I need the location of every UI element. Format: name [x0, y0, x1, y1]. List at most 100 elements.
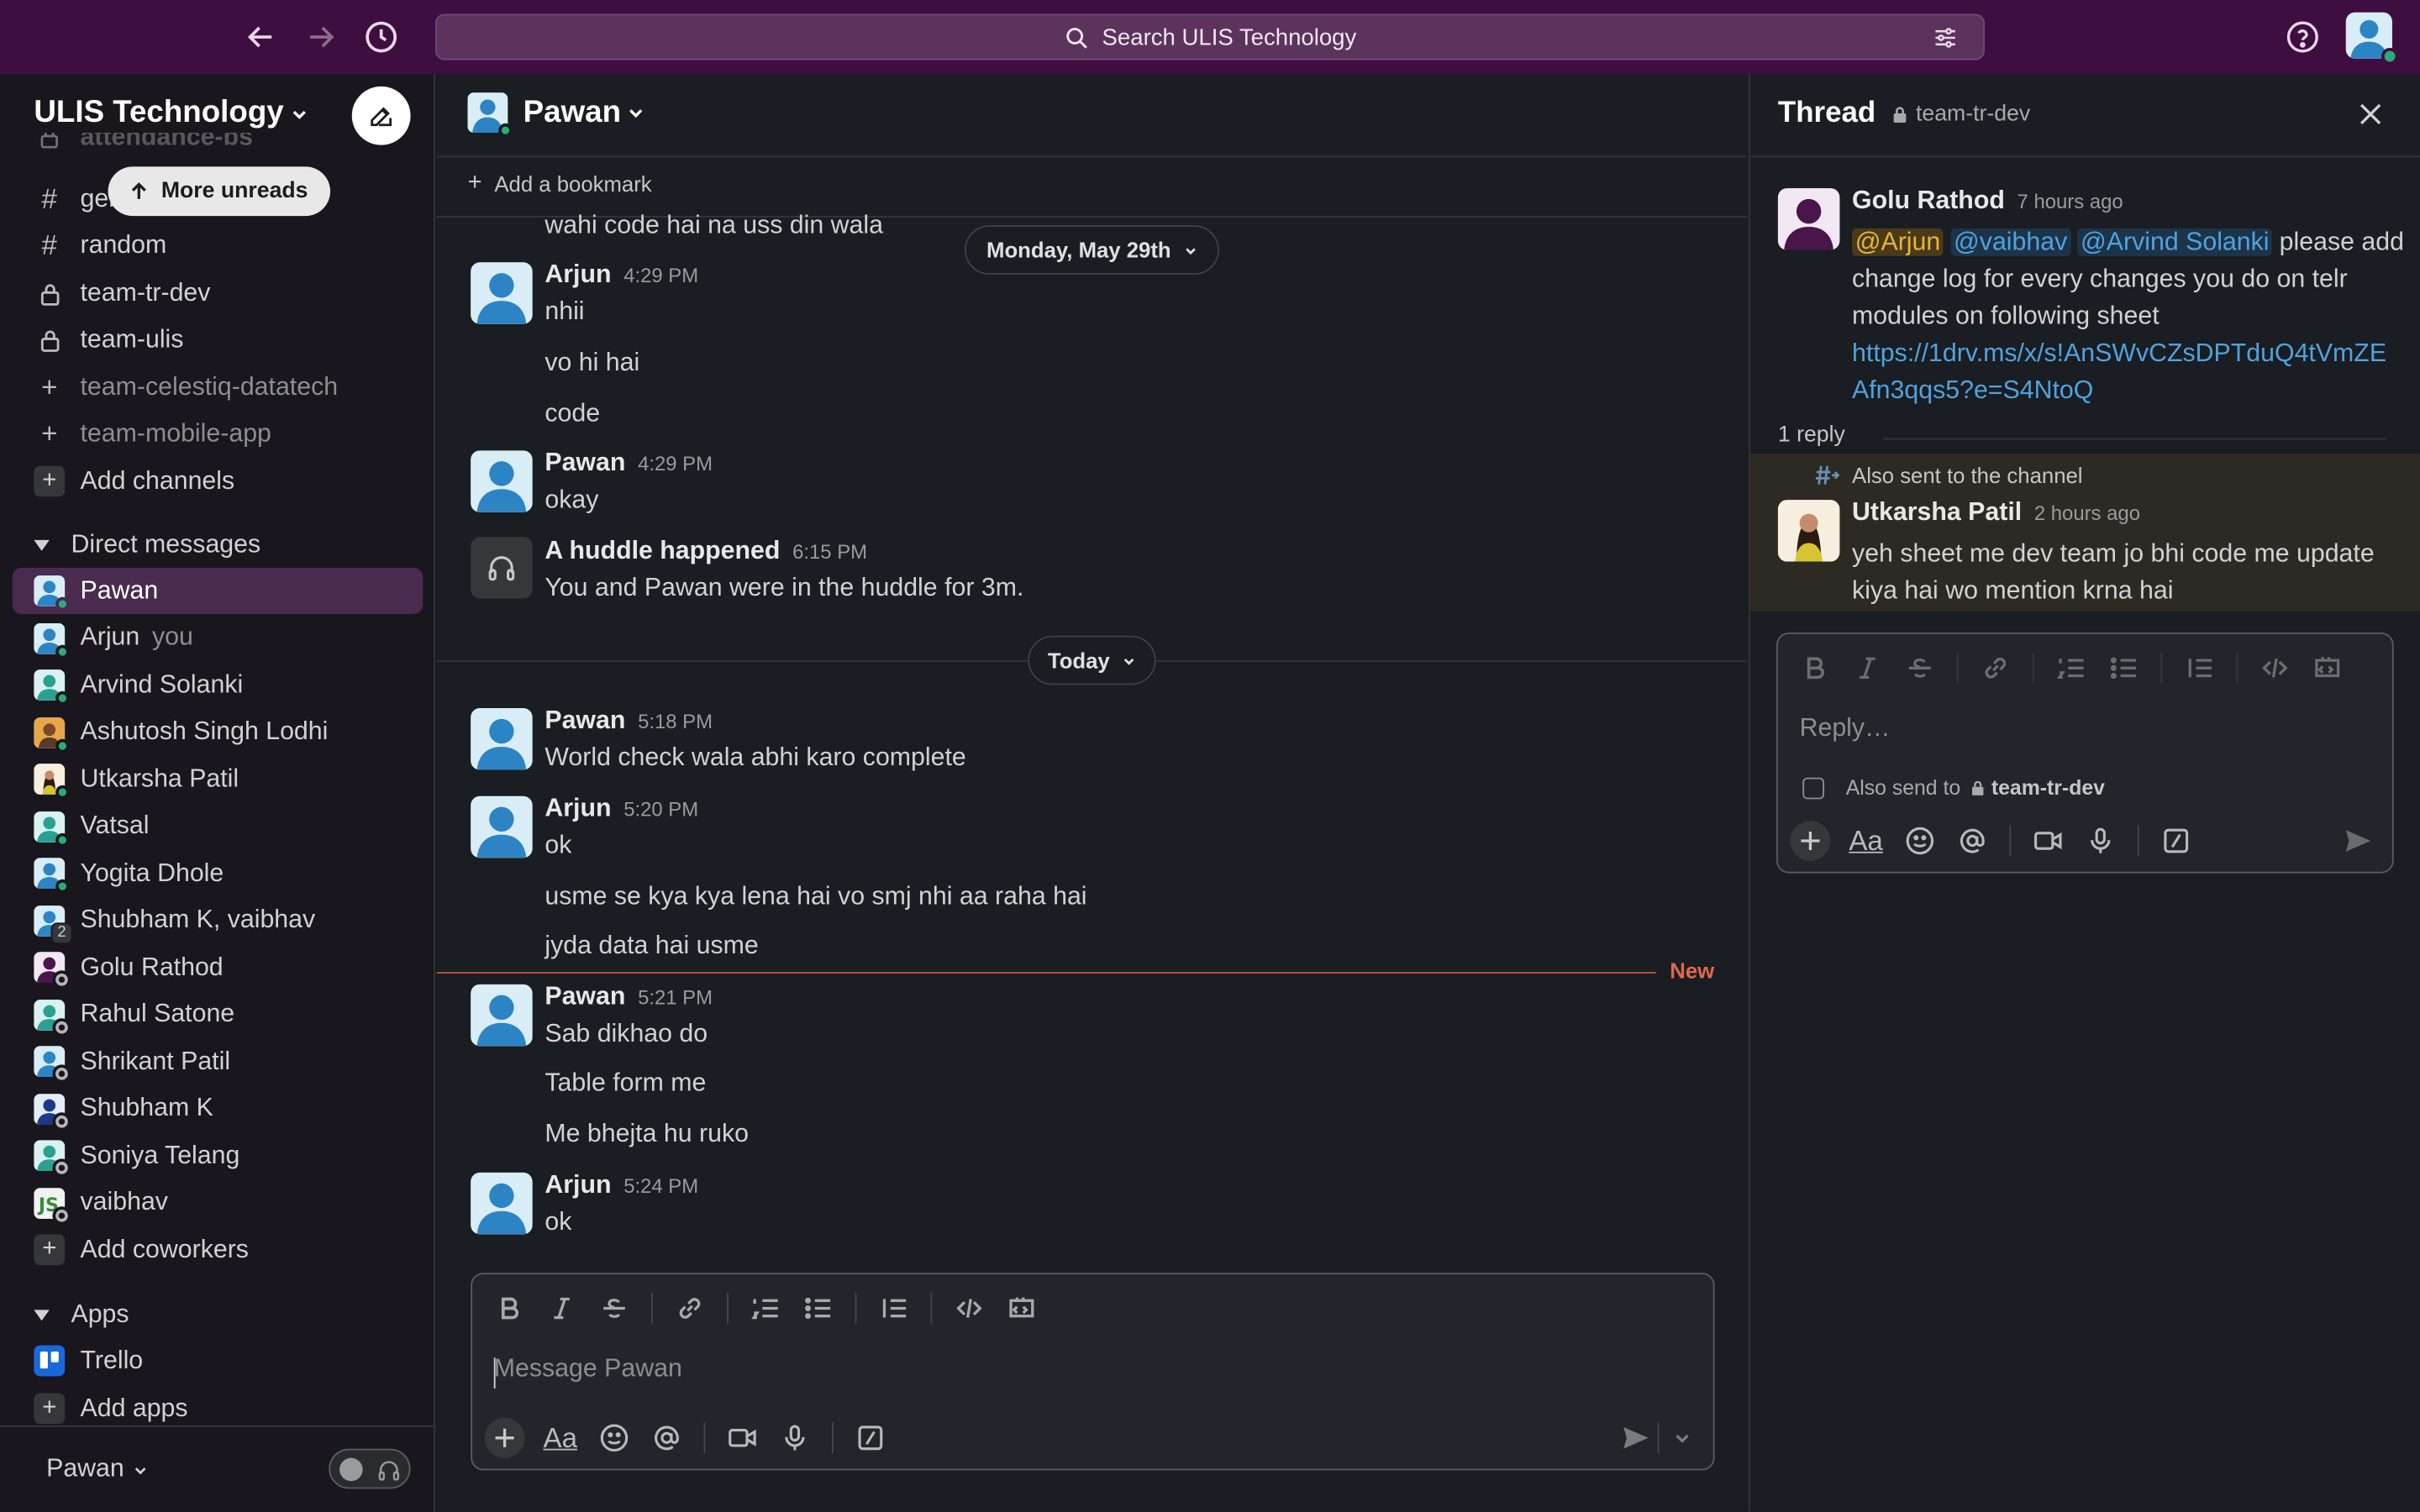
sidebar-dm-rahul-satone[interactable]: Rahul Satone	[13, 991, 424, 1037]
video-icon[interactable]	[727, 1422, 758, 1453]
plus-icon[interactable]	[1790, 821, 1831, 861]
sidebar-item-trello[interactable]: Trello	[13, 1337, 424, 1383]
message-author[interactable]: Golu Rathod 7 hours ago	[1852, 186, 2123, 216]
sidebar-item-team-ulis[interactable]: team-ulis	[13, 317, 424, 363]
avatar[interactable]	[471, 450, 533, 512]
plus-icon[interactable]	[484, 1417, 525, 1458]
code-block-icon[interactable]	[2312, 653, 2343, 684]
avatar[interactable]	[471, 984, 533, 1047]
message-author[interactable]: Pawan 5:21 PM	[544, 983, 713, 1012]
sidebar-dm-vatsal[interactable]: Vatsal	[13, 803, 424, 849]
add-coworkers-button[interactable]: + Add coworkers	[13, 1226, 424, 1273]
sidebar-dm-yogita-dhole[interactable]: Yogita Dhole	[13, 850, 424, 896]
sidebar-dm-golu-rathod[interactable]: Golu Rathod	[13, 944, 424, 990]
video-icon[interactable]	[2033, 826, 2064, 857]
sidebar-dm-vaibhav[interactable]: JS vaibhav	[13, 1179, 424, 1226]
bulleted-list-icon[interactable]	[802, 1293, 834, 1324]
message-time[interactable]: 2 hours ago	[2034, 501, 2140, 525]
mention[interactable]: @vaibhav	[1950, 228, 2070, 256]
workspace-name[interactable]: ULIS Technology	[34, 96, 308, 131]
text-format-icon[interactable]: Aa	[1849, 825, 1882, 858]
message-author[interactable]: Arjun 4:29 PM	[544, 260, 698, 290]
apps-section-header[interactable]: Apps	[34, 1300, 129, 1330]
add-channels-button[interactable]: + Add channels	[13, 458, 424, 504]
avatar[interactable]	[471, 262, 533, 324]
sidebar-dm-ashutosh-singh-lodhi[interactable]: Ashutosh Singh Lodhi	[13, 709, 424, 755]
search-bar[interactable]: Search ULIS Technology	[434, 13, 1985, 60]
sidebar-dm-shubham-k-vaibhav[interactable]: 2 Shubham K, vaibhav	[13, 897, 424, 944]
link-icon[interactable]	[1980, 653, 2011, 684]
text-format-icon[interactable]: Aa	[544, 1422, 577, 1455]
avatar[interactable]	[471, 1172, 533, 1235]
sidebar-item-partial[interactable]: attendance-bs	[13, 132, 424, 164]
sidebar-item-team-mobile-app[interactable]: + team-mobile-app	[13, 411, 424, 457]
sidebar-dm-arvind-solanki[interactable]: Arvind Solanki	[13, 662, 424, 708]
avatar[interactable]	[471, 708, 533, 770]
message-link[interactable]: https://1drv.ms/x/s!AnSWvCZsDPTduQ4tVmZE	[1852, 335, 2386, 372]
more-unreads-button[interactable]: More unreads	[108, 166, 331, 217]
italic-icon[interactable]	[546, 1293, 577, 1324]
message-author[interactable]: Utkarsha Patil 2 hours ago	[1852, 498, 2140, 528]
microphone-icon[interactable]	[2085, 826, 2116, 857]
footer-user-menu[interactable]: Pawan	[46, 1455, 149, 1484]
italic-icon[interactable]	[1852, 653, 1883, 684]
slash-command-icon[interactable]	[2160, 826, 2191, 857]
send-icon[interactable]	[2343, 826, 2374, 857]
message-time[interactable]: 7 hours ago	[2018, 190, 2123, 213]
huddle-toggle[interactable]	[329, 1448, 411, 1489]
bold-icon[interactable]	[1800, 653, 1831, 684]
link-icon[interactable]	[675, 1293, 706, 1324]
sidebar-item-team-celestiq-datatech[interactable]: + team-celestiq-datatech	[13, 364, 424, 410]
message-time[interactable]: 5:18 PM	[638, 710, 713, 733]
message-time[interactable]: 5:24 PM	[623, 1174, 698, 1198]
mention-icon[interactable]	[1957, 826, 1988, 857]
emoji-icon[interactable]	[599, 1422, 630, 1453]
code-icon[interactable]	[2260, 653, 2291, 684]
message-input[interactable]: Message Pawan	[494, 1355, 682, 1384]
strikethrough-icon[interactable]	[1904, 653, 1935, 684]
sidebar-dm-shubham-k[interactable]: Shubham K	[13, 1085, 424, 1131]
sidebar-dm-shrikant-patil[interactable]: Shrikant Patil	[13, 1038, 424, 1084]
strikethrough-icon[interactable]	[599, 1293, 630, 1324]
message-author[interactable]: Pawan 4:29 PM	[544, 449, 713, 478]
mention[interactable]: @Arvind Solanki	[2077, 228, 2273, 256]
avatar[interactable]	[471, 795, 533, 858]
day-divider-button[interactable]: Today	[1028, 635, 1156, 685]
message-time[interactable]: 5:20 PM	[623, 798, 698, 822]
slash-command-icon[interactable]	[855, 1422, 886, 1453]
chevron-down-icon[interactable]	[1673, 1429, 1691, 1447]
code-icon[interactable]	[954, 1293, 985, 1324]
numbered-list-icon[interactable]	[2055, 653, 2086, 684]
emoji-icon[interactable]	[1905, 826, 1936, 857]
sidebar-dm-utkarsha-patil[interactable]: Utkarsha Patil	[13, 756, 424, 802]
message-time[interactable]: 5:21 PM	[638, 986, 713, 1010]
sidebar-item-random[interactable]: # random	[13, 222, 424, 268]
reply-input[interactable]: Reply…	[1800, 714, 1891, 743]
sidebar-dm-soniya-telang[interactable]: Soniya Telang	[13, 1132, 424, 1179]
mention[interactable]: @Arjun	[1852, 228, 1944, 256]
blockquote-icon[interactable]	[878, 1293, 909, 1324]
close-icon[interactable]	[2357, 100, 2385, 128]
blockquote-icon[interactable]	[2184, 653, 2215, 684]
numbered-list-icon[interactable]	[750, 1293, 781, 1324]
back-arrow-icon[interactable]	[242, 18, 279, 55]
help-icon[interactable]	[2286, 20, 2319, 54]
message-time[interactable]: 6:15 PM	[792, 540, 867, 564]
message-link[interactable]: Afn3qqs5?e=S4NtoQ	[1852, 372, 2093, 409]
message-time[interactable]: 4:29 PM	[638, 452, 713, 475]
thread-channel[interactable]: team-tr-dev	[1891, 102, 2030, 127]
bold-icon[interactable]	[494, 1293, 525, 1324]
message-time[interactable]: 4:29 PM	[623, 264, 698, 287]
channel-title[interactable]: Pawan	[467, 92, 646, 138]
history-icon[interactable]	[363, 18, 400, 55]
sidebar-dm-arjun[interactable]: Arjun you	[13, 615, 424, 661]
also-send-checkbox[interactable]	[1802, 776, 1824, 799]
message-author[interactable]: Arjun 5:24 PM	[544, 1171, 698, 1200]
sidebar-item-team-tr-dev[interactable]: team-tr-dev	[13, 270, 424, 316]
filter-icon[interactable]	[1933, 24, 1959, 50]
also-send-option[interactable]: Also send to team-tr-dev	[1802, 776, 2105, 799]
day-divider-button[interactable]: Monday, May 29th	[964, 225, 1219, 275]
message-author[interactable]: Pawan 5:18 PM	[544, 706, 713, 736]
avatar[interactable]	[1777, 500, 1840, 562]
dm-section-header[interactable]: Direct messages	[34, 531, 260, 560]
